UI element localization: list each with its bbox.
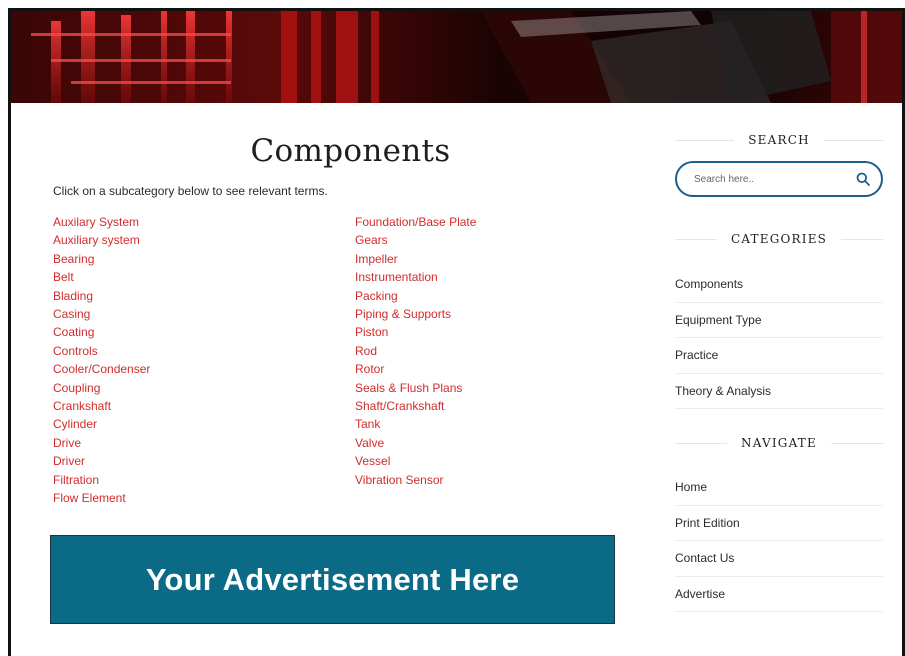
subcategory-link[interactable]: Driver xyxy=(53,452,150,470)
subcategory-link[interactable]: Auxilary System xyxy=(53,213,150,231)
subcategory-link[interactable]: Blading xyxy=(53,287,150,305)
search-box xyxy=(675,161,883,197)
subcategory-link[interactable]: Flow Element xyxy=(53,489,150,507)
subcategory-link[interactable]: Gears xyxy=(355,231,476,249)
subcategory-link[interactable]: Drive xyxy=(53,434,150,452)
subcategory-link[interactable]: Rotor xyxy=(355,360,476,378)
subcategory-link[interactable]: Valve xyxy=(355,434,476,452)
content-area: Components Click on a subcategory below … xyxy=(11,103,902,656)
subcategory-link[interactable]: Crankshaft xyxy=(53,397,150,415)
advertisement-banner[interactable]: Your Advertisement Here xyxy=(50,535,615,624)
subcategory-list-left: Auxilary System Auxiliary system Bearing… xyxy=(53,213,150,508)
nav-link-advertise[interactable]: Advertise xyxy=(675,577,883,612)
heading-divider xyxy=(675,238,717,240)
search-icon[interactable] xyxy=(855,171,871,187)
subcategory-link[interactable]: Coating xyxy=(53,323,150,341)
subcategory-link[interactable]: Shaft/Crankshaft xyxy=(355,397,476,415)
subcategory-link[interactable]: Casing xyxy=(53,305,150,323)
banner-machinery-image xyxy=(11,11,902,103)
page-frame: Components Click on a subcategory below … xyxy=(8,8,905,656)
subcategory-link[interactable]: Tank xyxy=(355,415,476,433)
subcategory-link[interactable]: Bearing xyxy=(53,250,150,268)
heading-divider xyxy=(675,442,728,444)
subcategory-link[interactable]: Piping & Supports xyxy=(355,305,476,323)
heading-divider xyxy=(830,442,883,444)
subcategory-link[interactable]: Vessel xyxy=(355,452,476,470)
subcategory-link[interactable]: Filtration xyxy=(53,471,150,489)
subcategory-link[interactable]: Cylinder xyxy=(53,415,150,433)
navigate-heading-text: NAVIGATE xyxy=(741,436,817,450)
subcategory-list-right: Foundation/Base Plate Gears Impeller Ins… xyxy=(355,213,476,489)
subcategory-link[interactable]: Coupling xyxy=(53,379,150,397)
subcategory-link[interactable]: Instrumentation xyxy=(355,268,476,286)
subcategory-link[interactable]: Impeller xyxy=(355,250,476,268)
subcategory-link[interactable]: Auxiliary system xyxy=(53,231,150,249)
subcategory-link[interactable]: Piston xyxy=(355,323,476,341)
category-link-components[interactable]: Components xyxy=(675,267,883,303)
categories-list: Components Equipment Type Practice Theor… xyxy=(675,267,883,409)
nav-link-contact-us[interactable]: Contact Us xyxy=(675,541,883,577)
heading-divider xyxy=(823,139,883,141)
heading-divider xyxy=(675,139,735,141)
page-title: Components xyxy=(250,133,451,169)
search-heading-text: SEARCH xyxy=(748,133,810,147)
header-banner-image xyxy=(11,11,902,103)
category-link-equipment-type[interactable]: Equipment Type xyxy=(675,303,883,338)
subcategory-link[interactable]: Packing xyxy=(355,287,476,305)
category-link-theory-analysis[interactable]: Theory & Analysis xyxy=(675,374,883,409)
navigate-heading: NAVIGATE xyxy=(675,433,883,453)
heading-divider xyxy=(841,238,884,240)
subcategory-link[interactable]: Belt xyxy=(53,268,150,286)
nav-link-print-edition[interactable]: Print Edition xyxy=(675,506,883,541)
category-link-practice[interactable]: Practice xyxy=(675,338,883,374)
navigate-list: Home Print Edition Contact Us Advertise xyxy=(675,470,883,612)
search-input[interactable] xyxy=(694,173,855,185)
subcategory-link[interactable]: Controls xyxy=(53,342,150,360)
subcategory-link[interactable]: Foundation/Base Plate xyxy=(355,213,476,231)
nav-link-home[interactable]: Home xyxy=(675,470,883,506)
subcategory-link[interactable]: Cooler/Condenser xyxy=(53,360,150,378)
intro-text: Click on a subcategory below to see rele… xyxy=(53,184,328,198)
advertisement-text: Your Advertisement Here xyxy=(145,561,520,597)
subcategory-link[interactable]: Seals & Flush Plans xyxy=(355,379,476,397)
categories-heading-text: CATEGORIES xyxy=(730,232,828,246)
subcategory-link[interactable]: Rod xyxy=(355,342,476,360)
search-heading: SEARCH xyxy=(675,130,883,150)
subcategory-link[interactable]: Vibration Sensor xyxy=(355,471,476,489)
categories-heading: CATEGORIES xyxy=(675,229,884,249)
